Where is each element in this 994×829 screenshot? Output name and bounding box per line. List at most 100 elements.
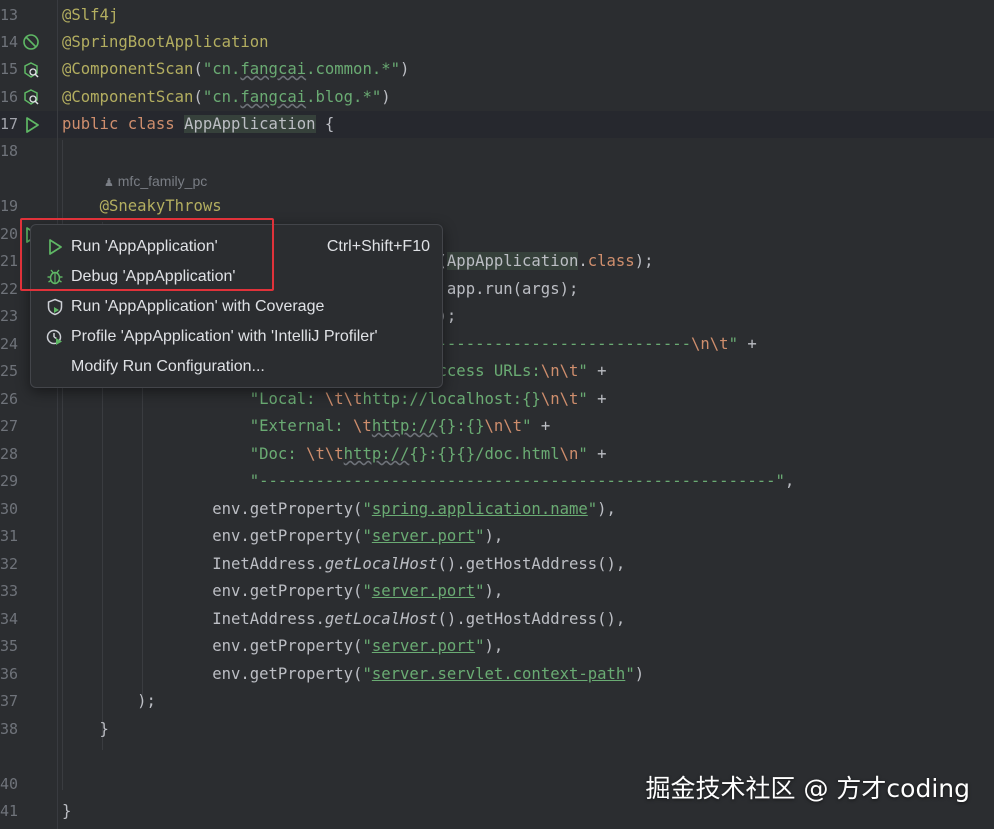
- code-line[interactable]: );: [62, 688, 156, 715]
- code-token: \n: [559, 445, 579, 463]
- line-number: 28: [0, 445, 19, 463]
- highlight-annotation-box: [20, 218, 274, 291]
- code-token: server.port: [371, 637, 476, 655]
- code-token: +: [587, 362, 607, 380]
- code-token: \n\t: [691, 335, 729, 353]
- code-token: (: [193, 60, 203, 78]
- run-gutter-icon[interactable]: [23, 116, 41, 134]
- user-icon: ♟: [104, 177, 114, 189]
- code-token: ): [400, 60, 410, 78]
- code-token: @SneakyThrows: [99, 197, 222, 215]
- code-token: ": [362, 665, 372, 683]
- code-token: ): [634, 665, 645, 683]
- code-line[interactable]: env.getProperty("spring.application.name…: [62, 496, 616, 523]
- code-line[interactable]: env.getProperty("server.port"),: [62, 633, 503, 660]
- code-token: ": [578, 362, 588, 380]
- code-token: class: [587, 252, 635, 270]
- code-token: {: [315, 115, 335, 133]
- code-line[interactable]: @ComponentScan("cn.fangcai.blog.*"): [62, 84, 391, 111]
- code-token: \t\t: [306, 445, 344, 463]
- code-token: (: [193, 88, 203, 106]
- code-token: +: [587, 445, 607, 463]
- line-number: 22: [0, 280, 19, 298]
- code-token: spring.application.name: [371, 500, 588, 518]
- code-editor[interactable]: 13 14 15 16 17 18 19 20 21 22 23 24 25 26 27 28 29 30 31 32…: [0, 0, 994, 829]
- code-token: \t\t: [324, 390, 363, 408]
- line-number: 38: [0, 720, 19, 738]
- code-token: ": [362, 637, 372, 655]
- code-token: ": [475, 582, 485, 600]
- code-token: +: [531, 417, 551, 435]
- code-token: http://: [371, 417, 438, 435]
- code-line[interactable]: "---------------------------------------…: [62, 468, 795, 495]
- code-token: ),: [597, 500, 616, 518]
- code-token: env.getProperty(: [62, 527, 363, 545]
- code-token: "External:: [249, 417, 354, 435]
- code-line[interactable]: }: [62, 798, 71, 825]
- code-token: public class: [62, 115, 185, 133]
- line-number: 24: [0, 335, 19, 353]
- menu-item-profile[interactable]: Profile 'AppApplication' with 'IntelliJ …: [31, 322, 442, 352]
- code-line[interactable]: @SpringBootApplication: [62, 29, 269, 56]
- code-line[interactable]: env.getProperty("server.servlet.context-…: [62, 661, 644, 688]
- code-token: @Slf4j: [62, 6, 119, 24]
- code-line[interactable]: env.getProperty("server.port"),: [62, 523, 503, 550]
- code-line[interactable]: @Slf4j: [62, 2, 118, 29]
- line-number: 15: [0, 60, 19, 78]
- menu-item-coverage[interactable]: Run 'AppApplication' with Coverage: [31, 292, 442, 322]
- code-token: .common.*": [306, 60, 400, 78]
- line-number: 37: [0, 692, 19, 710]
- code-line[interactable]: }: [62, 716, 109, 743]
- bean-no-icon[interactable]: [22, 33, 40, 51]
- code-token: fangcai: [240, 60, 307, 78]
- code-token: @ComponentScan: [62, 88, 194, 106]
- code-token: ().getHostAddress(),: [437, 610, 626, 628]
- menu-item-shortcut: Ctrl+Shift+F10: [326, 238, 430, 255]
- gutter-separator: [57, 0, 58, 829]
- code-line[interactable]: @SneakyThrows: [62, 193, 222, 220]
- code-token: "---------------------------------------…: [249, 472, 785, 490]
- bean-search-icon[interactable]: [22, 61, 40, 79]
- line-number: 34: [0, 610, 19, 628]
- line-number: 27: [0, 417, 19, 435]
- code-token: http://localhost:{}: [362, 390, 541, 408]
- code-line[interactable]: "External: \thttp://{}:{}\n\t" +: [62, 413, 550, 440]
- code-token: env.getProperty(: [62, 582, 363, 600]
- code-token: ,: [784, 472, 795, 490]
- code-line[interactable]: "Local: \t\thttp://localhost:{}\n\t" +: [62, 386, 607, 413]
- code-token: ": [362, 500, 372, 518]
- code-line[interactable]: InetAddress.getLocalHost().getHostAddres…: [62, 606, 625, 633]
- code-token: ),: [484, 582, 504, 600]
- code-token: server.port: [371, 527, 476, 545]
- code-token: server.port: [371, 582, 476, 600]
- code-token: getLocalHost: [324, 610, 438, 628]
- code-token: http://: [343, 445, 410, 463]
- code-line[interactable]: "Doc: \t\thttp://{}:{}{}/doc.html\n" +: [62, 441, 607, 468]
- code-token: ": [362, 582, 372, 600]
- line-number: 30: [0, 500, 19, 518]
- code-token: ): [381, 88, 391, 106]
- code-token: getLocalHost: [324, 555, 438, 573]
- line-number: 26: [0, 390, 19, 408]
- code-line[interactable]: InetAddress.getLocalHost().getHostAddres…: [62, 551, 625, 578]
- code-token: AppApplication: [184, 115, 316, 133]
- code-line[interactable]: env.getProperty("server.port"),: [62, 578, 503, 605]
- line-number: 41: [0, 802, 19, 820]
- code-line[interactable]: public class AppApplication {: [62, 111, 334, 138]
- code-token: \t: [353, 417, 372, 435]
- line-number: 16: [0, 88, 19, 106]
- profiler-icon: [46, 329, 62, 345]
- line-number: 33: [0, 582, 19, 600]
- line-number: 40: [0, 775, 19, 793]
- line-number: 29: [0, 472, 19, 490]
- bean-search-icon[interactable]: [22, 88, 40, 106]
- code-token: "cn.: [202, 88, 241, 106]
- code-token: \n\t: [540, 362, 579, 380]
- code-token: "Doc:: [249, 445, 307, 463]
- menu-item-modify-run-config[interactable]: Modify Run Configuration...: [31, 352, 442, 382]
- line-number: 25: [0, 362, 19, 380]
- code-line[interactable]: @ComponentScan("cn.fangcai.common.*"): [62, 56, 409, 83]
